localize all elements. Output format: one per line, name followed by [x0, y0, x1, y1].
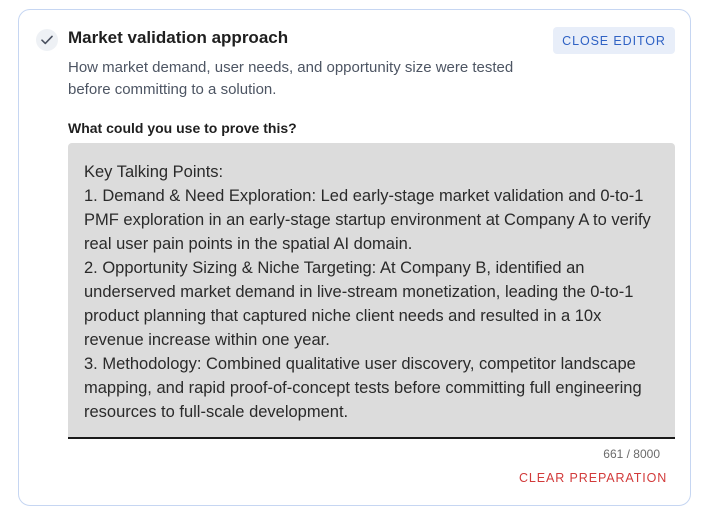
- clear-preparation-button[interactable]: CLEAR PREPARATION: [519, 468, 666, 488]
- close-editor-button[interactable]: CLOSE EDITOR: [553, 27, 675, 54]
- character-counter: 661 / 8000: [603, 447, 660, 461]
- card-subtitle: How market demand, user needs, and oppor…: [68, 59, 514, 98]
- card-title: Market validation approach: [68, 28, 289, 47]
- preparation-card: Market validation approach CLOSE EDITOR …: [18, 9, 691, 506]
- preparation-textarea[interactable]: Key Talking Points: 1. Demand & Need Exp…: [68, 143, 675, 439]
- prompt-label: What could you use to prove this?: [68, 120, 297, 136]
- check-icon: [36, 29, 58, 51]
